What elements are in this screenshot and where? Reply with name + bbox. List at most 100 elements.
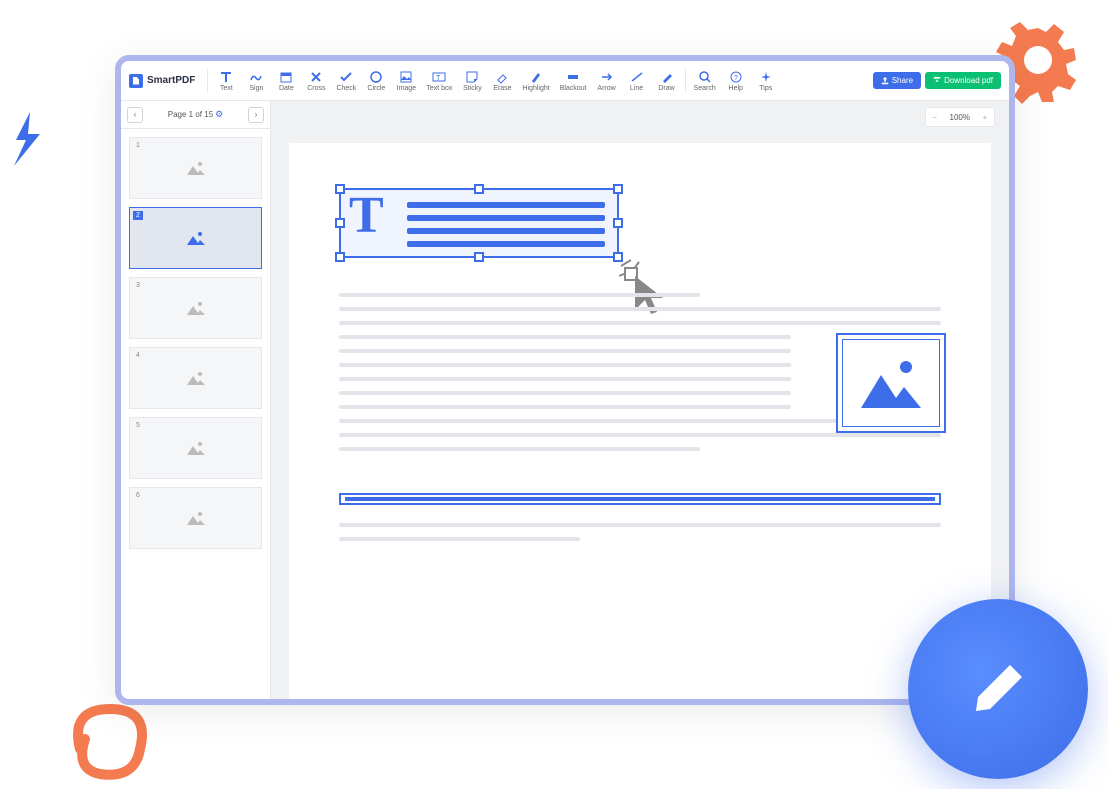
thumbnail-number: 4 xyxy=(133,351,143,360)
thumbnail-number: 3 xyxy=(133,281,143,290)
tool-label: Image xyxy=(397,85,416,92)
tool-label: Arrow xyxy=(597,85,615,92)
resize-handle-bm[interactable] xyxy=(474,252,484,262)
blackout-tool-button[interactable]: Blackout xyxy=(556,68,591,94)
pencil-icon xyxy=(968,659,1028,719)
divider xyxy=(685,69,686,93)
edit-tools-group: Text Sign Date Cross Check Circle Image TText b… xyxy=(212,68,680,94)
resize-handle-tl[interactable] xyxy=(335,184,345,194)
check-tool-button[interactable]: Check xyxy=(332,68,360,94)
sign-tool-button[interactable]: Sign xyxy=(242,68,270,94)
sticky-icon xyxy=(465,70,479,84)
resize-handle-mr[interactable] xyxy=(613,218,623,228)
zoom-out-button[interactable]: − xyxy=(926,108,944,126)
tool-label: Draw xyxy=(658,85,674,92)
app-name: SmartPDF xyxy=(147,75,195,86)
app-window: SmartPDF Text Sign Date Cross Check Circle Ima… xyxy=(115,55,1015,705)
thumbnail-list: 1 2 3 4 5 6 xyxy=(121,129,270,557)
page-thumbnail[interactable]: 2 xyxy=(129,207,262,269)
page-thumbnail[interactable]: 4 xyxy=(129,347,262,409)
line-tool-button[interactable]: Line xyxy=(623,68,651,94)
page-indicator: Page 1 of 15 xyxy=(168,110,213,119)
arrow-tool-button[interactable]: Arrow xyxy=(593,68,621,94)
resize-handle-tm[interactable] xyxy=(474,184,484,194)
zoom-in-button[interactable]: + xyxy=(976,108,994,126)
share-button[interactable]: Share xyxy=(873,72,921,89)
resize-handle-bl[interactable] xyxy=(335,252,345,262)
image-icon xyxy=(399,70,413,84)
lower-text-placeholder xyxy=(339,523,941,541)
zoom-control: − 100% + xyxy=(925,107,995,127)
tool-label: Sign xyxy=(249,85,263,92)
divider xyxy=(207,69,208,93)
tips-icon xyxy=(759,70,773,84)
header-toolbar: SmartPDF Text Sign Date Cross Check Circle Ima… xyxy=(121,61,1009,101)
sticky-tool-button[interactable]: Sticky xyxy=(458,68,486,94)
selected-line-element[interactable] xyxy=(339,493,941,505)
thumbnail-image-icon xyxy=(185,369,207,387)
download-icon xyxy=(933,77,941,85)
line-icon xyxy=(630,70,644,84)
erase-icon xyxy=(495,70,509,84)
logo-icon xyxy=(129,74,143,88)
tool-label: Help xyxy=(729,85,743,92)
page-thumbnail[interactable]: 1 xyxy=(129,137,262,199)
image-placeholder[interactable] xyxy=(836,333,946,433)
selected-text-box[interactable]: T xyxy=(339,188,619,258)
tool-label: Circle xyxy=(367,85,385,92)
prev-page-button[interactable]: ‹ xyxy=(127,107,143,123)
page-thumbnail[interactable]: 5 xyxy=(129,417,262,479)
help-tools-group: Search? Help Tips xyxy=(690,68,780,94)
thumbnail-number: 6 xyxy=(133,491,143,500)
download-button[interactable]: Download pdf xyxy=(925,72,1001,89)
share-label: Share xyxy=(892,76,913,85)
edit-fab-button[interactable] xyxy=(908,599,1088,779)
resize-handle-ml[interactable] xyxy=(335,218,345,228)
textbox-icon: T xyxy=(432,70,446,84)
cross-tool-button[interactable]: Cross xyxy=(302,68,330,94)
text-tool-button[interactable]: Text xyxy=(212,68,240,94)
highlight-icon xyxy=(529,70,543,84)
search-icon xyxy=(698,70,712,84)
page-thumbnail[interactable]: 3 xyxy=(129,277,262,339)
page-settings-icon[interactable]: ⚙ xyxy=(215,109,223,119)
canvas-area: − 100% + T xyxy=(271,101,1009,699)
image-tool-button[interactable]: Image xyxy=(392,68,420,94)
blackout-icon xyxy=(566,70,580,84)
sign-icon xyxy=(249,70,263,84)
thumbnail-image-icon xyxy=(185,439,207,457)
circle-tool-button[interactable]: Circle xyxy=(362,68,390,94)
tool-label: Tips xyxy=(759,85,772,92)
text-glyph-icon: T xyxy=(349,186,384,245)
lightning-decoration-icon xyxy=(8,110,48,170)
svg-text:?: ? xyxy=(734,75,738,82)
tool-label: Cross xyxy=(307,85,325,92)
erase-tool-button[interactable]: Erase xyxy=(488,68,516,94)
thumbnail-image-icon xyxy=(185,509,207,527)
tool-label: Text xyxy=(220,85,233,92)
highlight-tool-button[interactable]: Highlight xyxy=(518,68,553,94)
help-tool-button[interactable]: ? Help xyxy=(722,68,750,94)
circle-icon xyxy=(369,70,383,84)
date-icon xyxy=(279,70,293,84)
thumbnail-image-icon xyxy=(185,229,207,247)
help-icon: ? xyxy=(729,70,743,84)
tips-tool-button[interactable]: Tips xyxy=(752,68,780,94)
textbox-tool-button[interactable]: TText box xyxy=(422,68,456,94)
search-tool-button[interactable]: Search xyxy=(690,68,720,94)
page-navigation: ‹ Page 1 of 15⚙ › xyxy=(121,101,270,129)
page-thumbnail[interactable]: 6 xyxy=(129,487,262,549)
thumbnail-number: 2 xyxy=(133,211,143,220)
tool-label: Sticky xyxy=(463,85,482,92)
thumbnail-number: 5 xyxy=(133,421,143,430)
tool-label: Erase xyxy=(493,85,511,92)
draw-icon xyxy=(660,70,674,84)
date-tool-button[interactable]: Date xyxy=(272,68,300,94)
document-page[interactable]: T xyxy=(289,143,991,705)
check-icon xyxy=(339,70,353,84)
resize-handle-tr[interactable] xyxy=(613,184,623,194)
next-page-button[interactable]: › xyxy=(248,107,264,123)
draw-tool-button[interactable]: Draw xyxy=(653,68,681,94)
tool-label: Line xyxy=(630,85,643,92)
app-logo: SmartPDF xyxy=(129,74,195,88)
